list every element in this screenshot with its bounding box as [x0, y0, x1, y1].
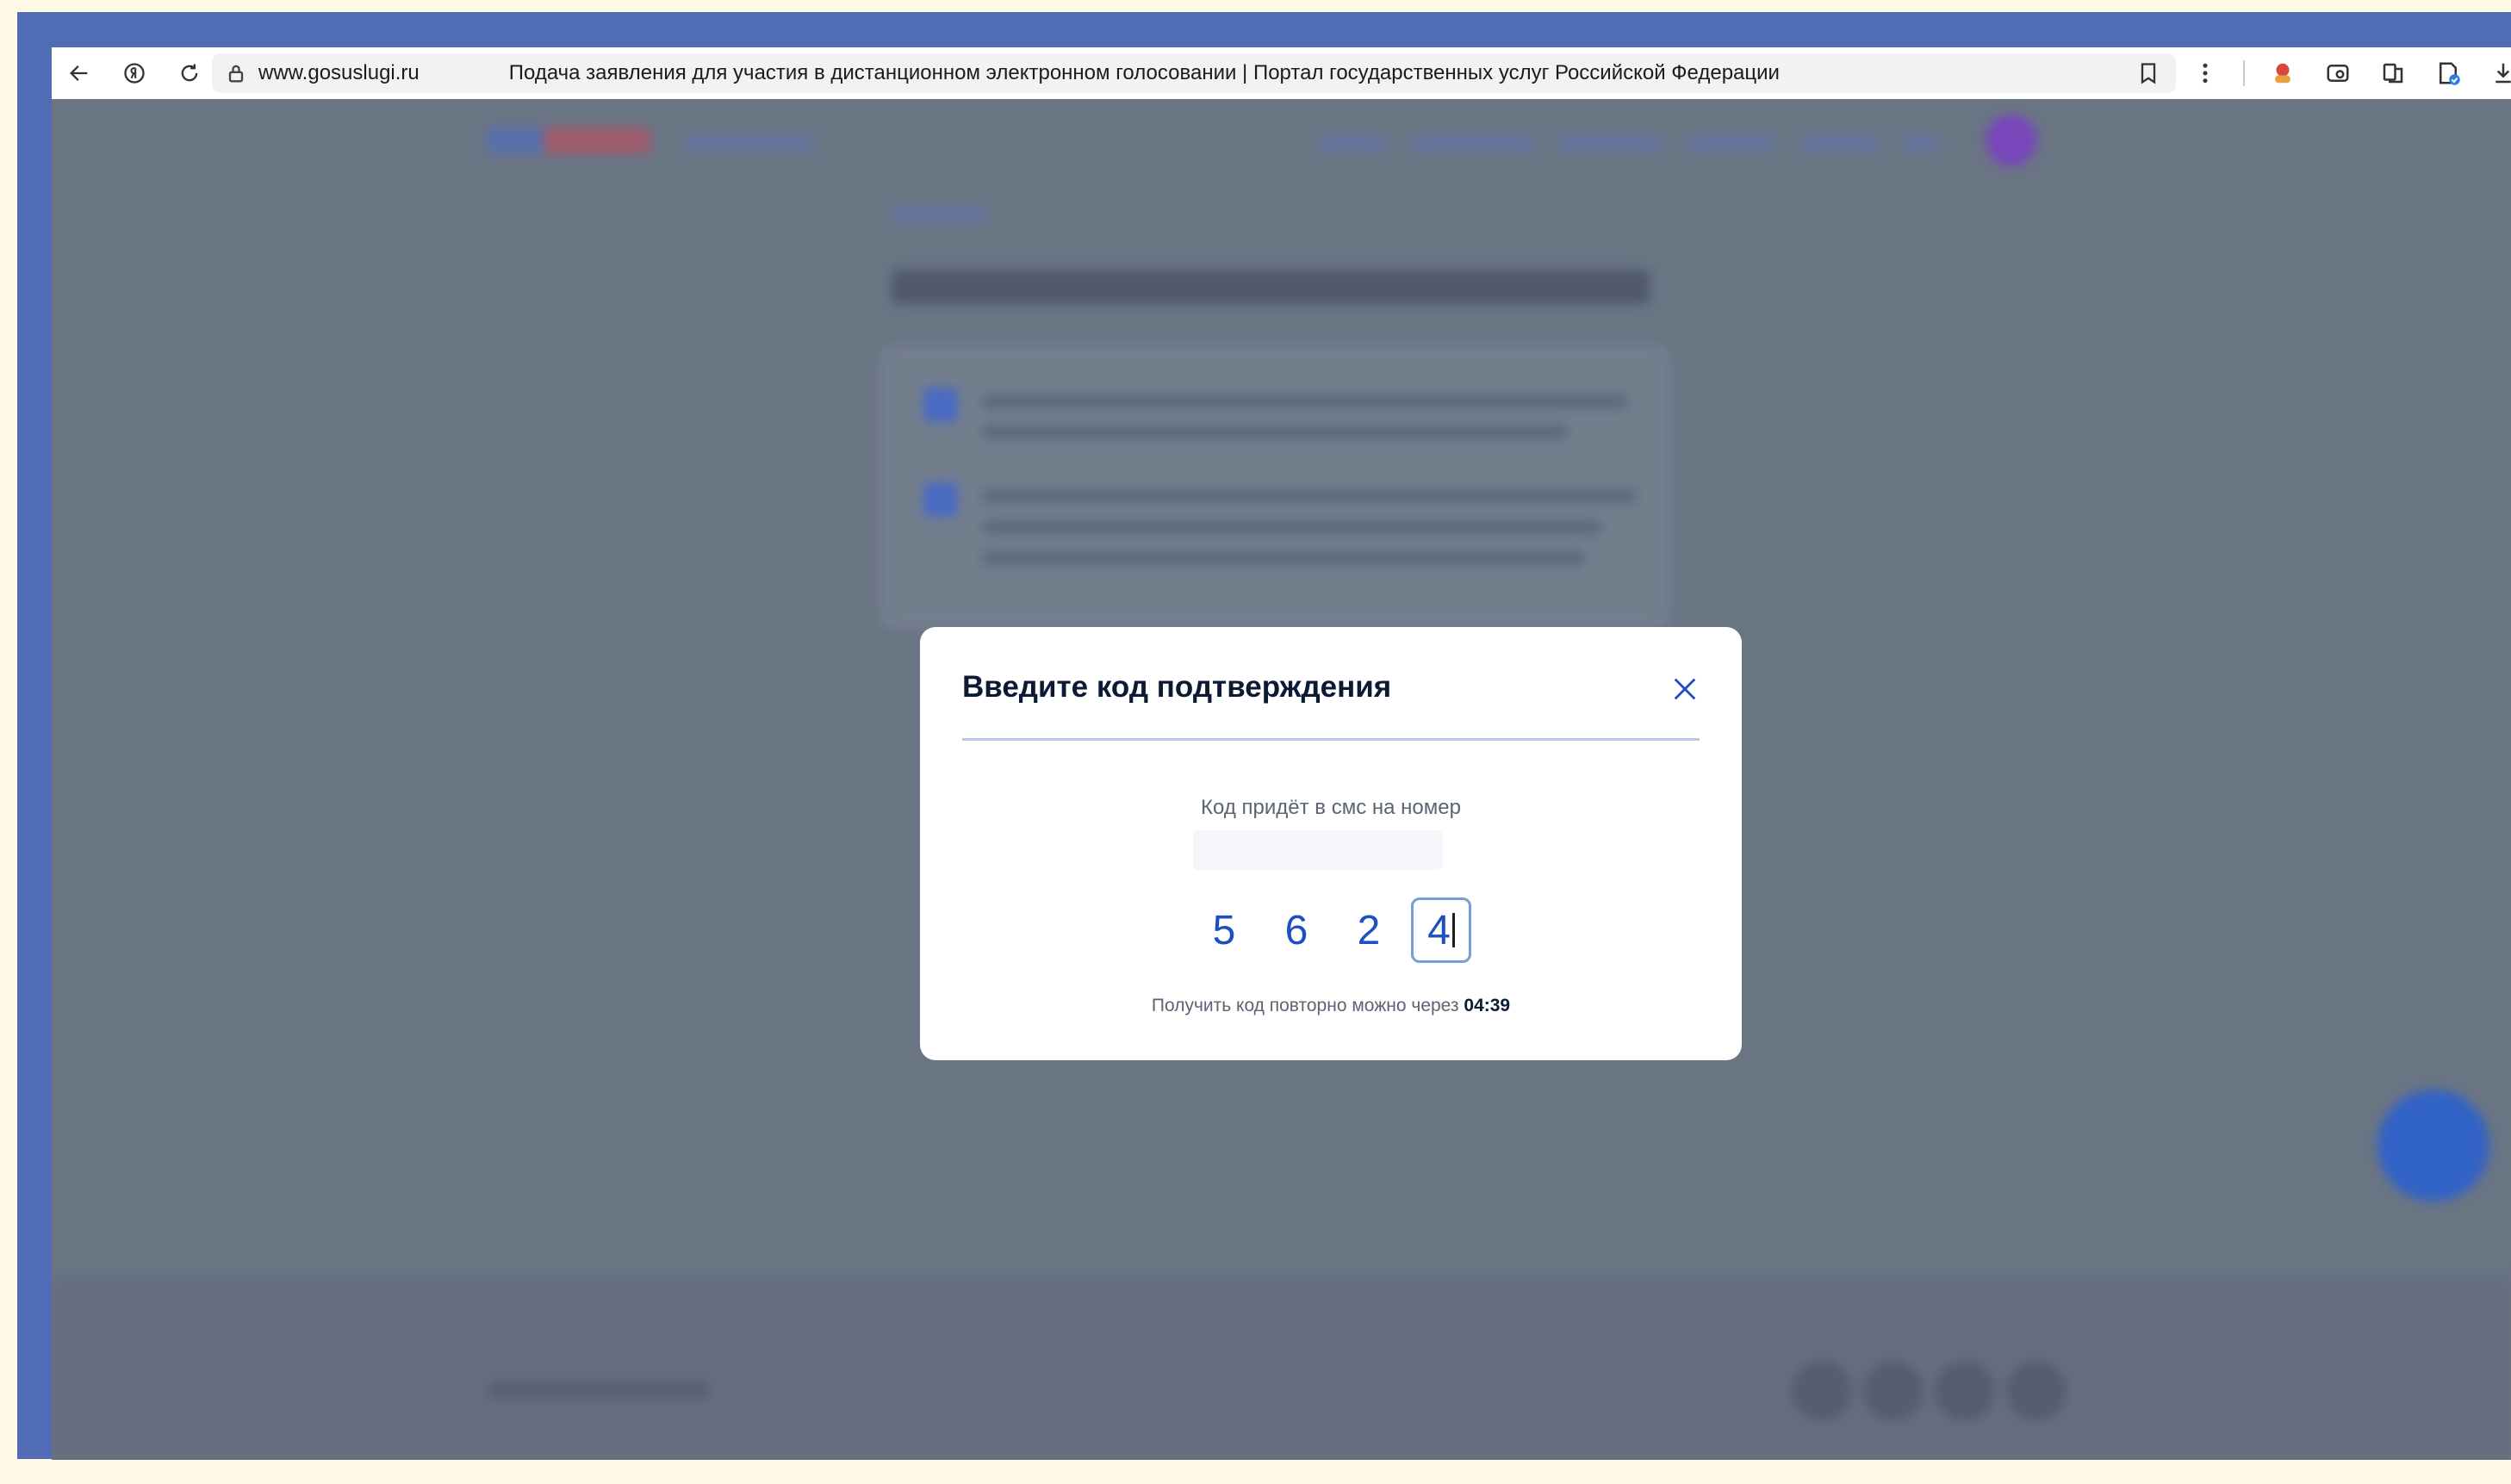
reload-icon: [181, 64, 198, 82]
download-icon: [2495, 63, 2511, 84]
menu-button[interactable]: [2188, 56, 2222, 90]
chat-assistant-icon: [2377, 1090, 2489, 1201]
nav-item: [1688, 135, 1774, 151]
text-caret: [1451, 913, 1455, 947]
collections-icon: [2383, 63, 2403, 84]
address-domain: www.gosuslugi.ru: [258, 61, 420, 84]
consent-text: [982, 519, 1602, 535]
consent-text: [982, 550, 1585, 566]
browser-toolbar: www.gosuslugi.ru Подача заявления для уч…: [52, 47, 2511, 99]
yandex-button[interactable]: [117, 56, 152, 90]
address-bar[interactable]: www.gosuslugi.ru Подача заявления для уч…: [212, 53, 2176, 93]
close-button[interactable]: [1666, 670, 1704, 708]
dialog-divider: [962, 738, 1700, 741]
screenshot-icon: [2327, 65, 2349, 82]
site-logo: [487, 127, 650, 153]
back-link: [892, 207, 986, 222]
lock-icon: [228, 65, 244, 83]
dialog-title: Введите код подтверждения: [962, 670, 1392, 704]
phone-number-masked: [1193, 830, 1443, 870]
close-icon: [1674, 678, 1696, 700]
toolbar-separator: [2243, 60, 2245, 86]
nav-item: [1559, 135, 1663, 151]
bookmark-icon[interactable]: [2136, 61, 2160, 85]
extension-button-3[interactable]: [2376, 56, 2410, 90]
extension-avatar-icon: [2275, 63, 2290, 84]
consent-card: [879, 345, 1671, 629]
code-digit-value: 6: [1284, 907, 1308, 953]
extension-button-5[interactable]: [2486, 56, 2511, 90]
code-digit-input[interactable]: 2: [1339, 897, 1399, 963]
social-icon: [1863, 1361, 1924, 1421]
confirmation-code-dialog: Введите код подтверждения Код придёт в с…: [920, 627, 1742, 1060]
footer-link: [487, 1381, 711, 1400]
nav-item: [1318, 135, 1387, 151]
social-icon: [1792, 1361, 1852, 1421]
consent-text: [982, 394, 1628, 409]
yandex-icon: [124, 63, 145, 84]
nav-item: [1413, 135, 1533, 151]
social-icon: [1935, 1361, 1995, 1421]
code-input-group: 5 6 2 4: [1194, 897, 1483, 963]
code-digit-value: 2: [1357, 907, 1381, 953]
avatar: [1986, 115, 2037, 166]
nav-search: [1904, 135, 1938, 151]
more-vertical-icon: [2203, 63, 2208, 84]
code-digit-value: 5: [1212, 907, 1236, 953]
reload-button[interactable]: [172, 56, 207, 90]
checkbox: [923, 482, 958, 517]
arrow-left-icon: [70, 65, 88, 81]
page-footer: [52, 1279, 2511, 1460]
resend-label: Получить код повторно можно через: [1151, 996, 1459, 1015]
nav-item: [685, 135, 814, 151]
sms-info-text: Код придёт в смс на номер: [1201, 796, 1461, 819]
code-digit-input-focused[interactable]: 4: [1411, 897, 1471, 963]
resend-code-text: Получить код повторно можно через 04:39: [920, 996, 1742, 1016]
back-button[interactable]: [62, 56, 96, 90]
extension-button-4[interactable]: [2431, 56, 2465, 90]
page-heading: [892, 270, 1650, 304]
extension-button-2[interactable]: [2321, 56, 2355, 90]
browser-window: www.gosuslugi.ru Подача заявления для уч…: [52, 47, 2511, 1460]
resend-timer: 04:39: [1464, 996, 1511, 1015]
consent-text: [982, 488, 1637, 504]
checkbox: [923, 388, 958, 422]
toolbar-extensions: [2188, 47, 2511, 99]
social-icon: [2006, 1361, 2067, 1421]
consent-text: [982, 425, 1568, 440]
code-digit-input[interactable]: 6: [1266, 897, 1327, 963]
code-digit-input[interactable]: 5: [1194, 897, 1254, 963]
extension-button-1[interactable]: [2265, 56, 2300, 90]
nav-item: [1800, 135, 1878, 151]
page-title: Подача заявления для участия в дистанцио…: [508, 61, 1780, 84]
document-check-icon: [2440, 62, 2460, 85]
code-digit-value: 4: [1427, 907, 1451, 953]
